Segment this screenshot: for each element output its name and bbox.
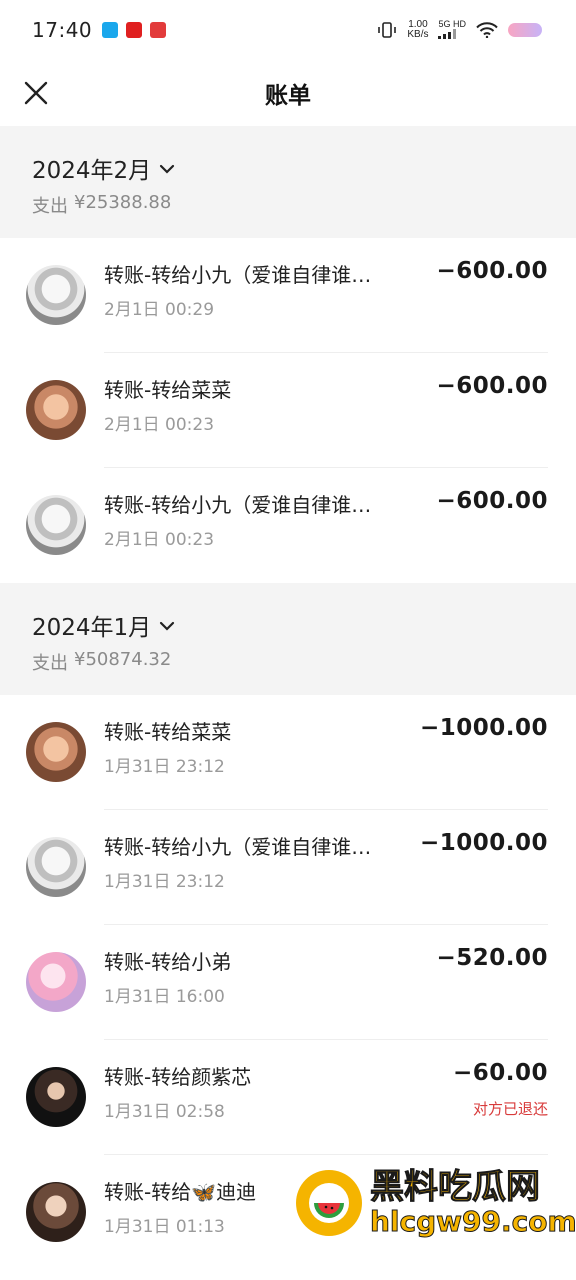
app-notification-icon <box>126 22 143 38</box>
net-speed: 1.00 KB/s <box>407 20 428 40</box>
month-title: 2024年1月 <box>32 615 152 641</box>
transaction-row[interactable]: 转账-转给小九（爱谁自律谁… 2月1日 00:29 −600.00 <box>0 238 576 353</box>
status-time: 17:40 <box>32 18 93 42</box>
page-header: 账单 <box>0 60 576 126</box>
wifi-icon <box>476 22 498 38</box>
month-title: 2024年2月 <box>32 158 152 184</box>
warm-avatar <box>26 380 86 440</box>
transaction-amount: −520.00 <box>436 945 548 971</box>
transaction-amount: −600.00 <box>436 373 548 399</box>
brown-avatar <box>26 1182 86 1242</box>
transaction-amount: −1000.00 <box>419 715 548 741</box>
watermark-logo-icon <box>296 1170 362 1236</box>
transaction-amount: −600.00 <box>436 488 548 514</box>
status-app-icons <box>102 22 167 38</box>
watermark-url: hlcgw99.com <box>370 1205 576 1238</box>
refund-status: 对方已退还 <box>472 1100 548 1118</box>
transaction-time: 1月31日 16:00 <box>104 987 225 1007</box>
transaction-title: 转账-转给小弟 <box>104 950 232 974</box>
summary-label: 支出 <box>32 653 68 674</box>
transaction-row[interactable]: 转账-转给小弟 1月31日 16:00 −520.00 <box>0 925 576 1040</box>
transaction-time: 1月31日 01:13 <box>104 1217 225 1237</box>
transaction-amount: −1000.00 <box>419 830 548 856</box>
transaction-time: 2月1日 00:29 <box>104 300 215 320</box>
sketch-avatar <box>26 495 86 555</box>
transaction-row[interactable]: 转账-转给小九（爱谁自律谁… 1月31日 23:12 −1000.00 <box>0 810 576 925</box>
status-indicators: 1.00 KB/s 5G HD <box>377 19 542 41</box>
transaction-row[interactable]: 转账-转给颜紫芯 1月31日 02:58 −60.00 对方已退还 <box>0 1040 576 1155</box>
transaction-title: 转账-转给小九（爱谁自律谁… <box>104 263 372 287</box>
sketch-avatar <box>26 837 86 897</box>
warm-avatar <box>26 722 86 782</box>
transaction-title: 转账-转给菜菜 <box>104 378 232 402</box>
transaction-time: 2月1日 00:23 <box>104 530 215 550</box>
transaction-time: 2月1日 00:23 <box>104 415 215 435</box>
watermark: 黑料吃瓜网 hlcgw99.com <box>296 1168 576 1238</box>
app-notification-icon <box>150 22 167 38</box>
transaction-title: 转账-转给菜菜 <box>104 720 232 744</box>
network-type-label: 5G HD <box>438 19 466 29</box>
transaction-time: 1月31日 23:12 <box>104 757 225 777</box>
close-icon <box>24 81 48 105</box>
watermark-title: 黑料吃瓜网 <box>370 1167 541 1207</box>
month-summary: 支出 ¥50874.32 <box>32 649 544 675</box>
transaction-amount: −600.00 <box>436 258 548 284</box>
month-header-feb[interactable]: 2024年2月 支出 ¥25388.88 <box>0 126 576 238</box>
watermark-text: 黑料吃瓜网 hlcgw99.com <box>370 1167 576 1239</box>
summary-label: 支出 <box>32 196 68 217</box>
transaction-title: 转账-转给颜紫芯 <box>104 1065 252 1089</box>
status-bar: 17:40 1.00 KB/s 5G HD <box>0 0 576 60</box>
network-type: 5G HD <box>438 19 466 41</box>
transaction-amount: −60.00 <box>452 1060 548 1086</box>
app-notification-icon <box>102 22 119 38</box>
page-title: 账单 <box>265 83 311 109</box>
transaction-time: 1月31日 23:12 <box>104 872 225 892</box>
close-button[interactable] <box>16 73 56 113</box>
signal-icon <box>438 29 457 39</box>
transaction-time: 1月31日 02:58 <box>104 1102 225 1122</box>
transaction-title: 转账-转给小九（爱谁自律谁… <box>104 493 372 517</box>
dark-avatar <box>26 1067 86 1127</box>
transaction-title: 转账-转给小九（爱谁自律谁… <box>104 835 372 859</box>
summary-value: ¥25388.88 <box>74 192 172 213</box>
transaction-row[interactable]: 转账-转给菜菜 1月31日 23:12 −1000.00 <box>0 695 576 810</box>
chevron-down-icon <box>160 621 175 631</box>
chevron-down-icon <box>160 164 175 174</box>
month-summary: 支出 ¥25388.88 <box>32 192 544 218</box>
sketch-avatar <box>26 265 86 325</box>
battery-icon <box>508 23 542 37</box>
vibrate-icon <box>378 22 397 38</box>
net-speed-unit: KB/s <box>407 29 429 40</box>
summary-value: ¥50874.32 <box>74 649 172 670</box>
month-header-jan[interactable]: 2024年1月 支出 ¥50874.32 <box>0 583 576 695</box>
transaction-row[interactable]: 转账-转给小九（爱谁自律谁… 2月1日 00:23 −600.00 <box>0 468 576 583</box>
pink-avatar <box>26 952 86 1012</box>
transaction-row[interactable]: 转账-转给菜菜 2月1日 00:23 −600.00 <box>0 353 576 468</box>
